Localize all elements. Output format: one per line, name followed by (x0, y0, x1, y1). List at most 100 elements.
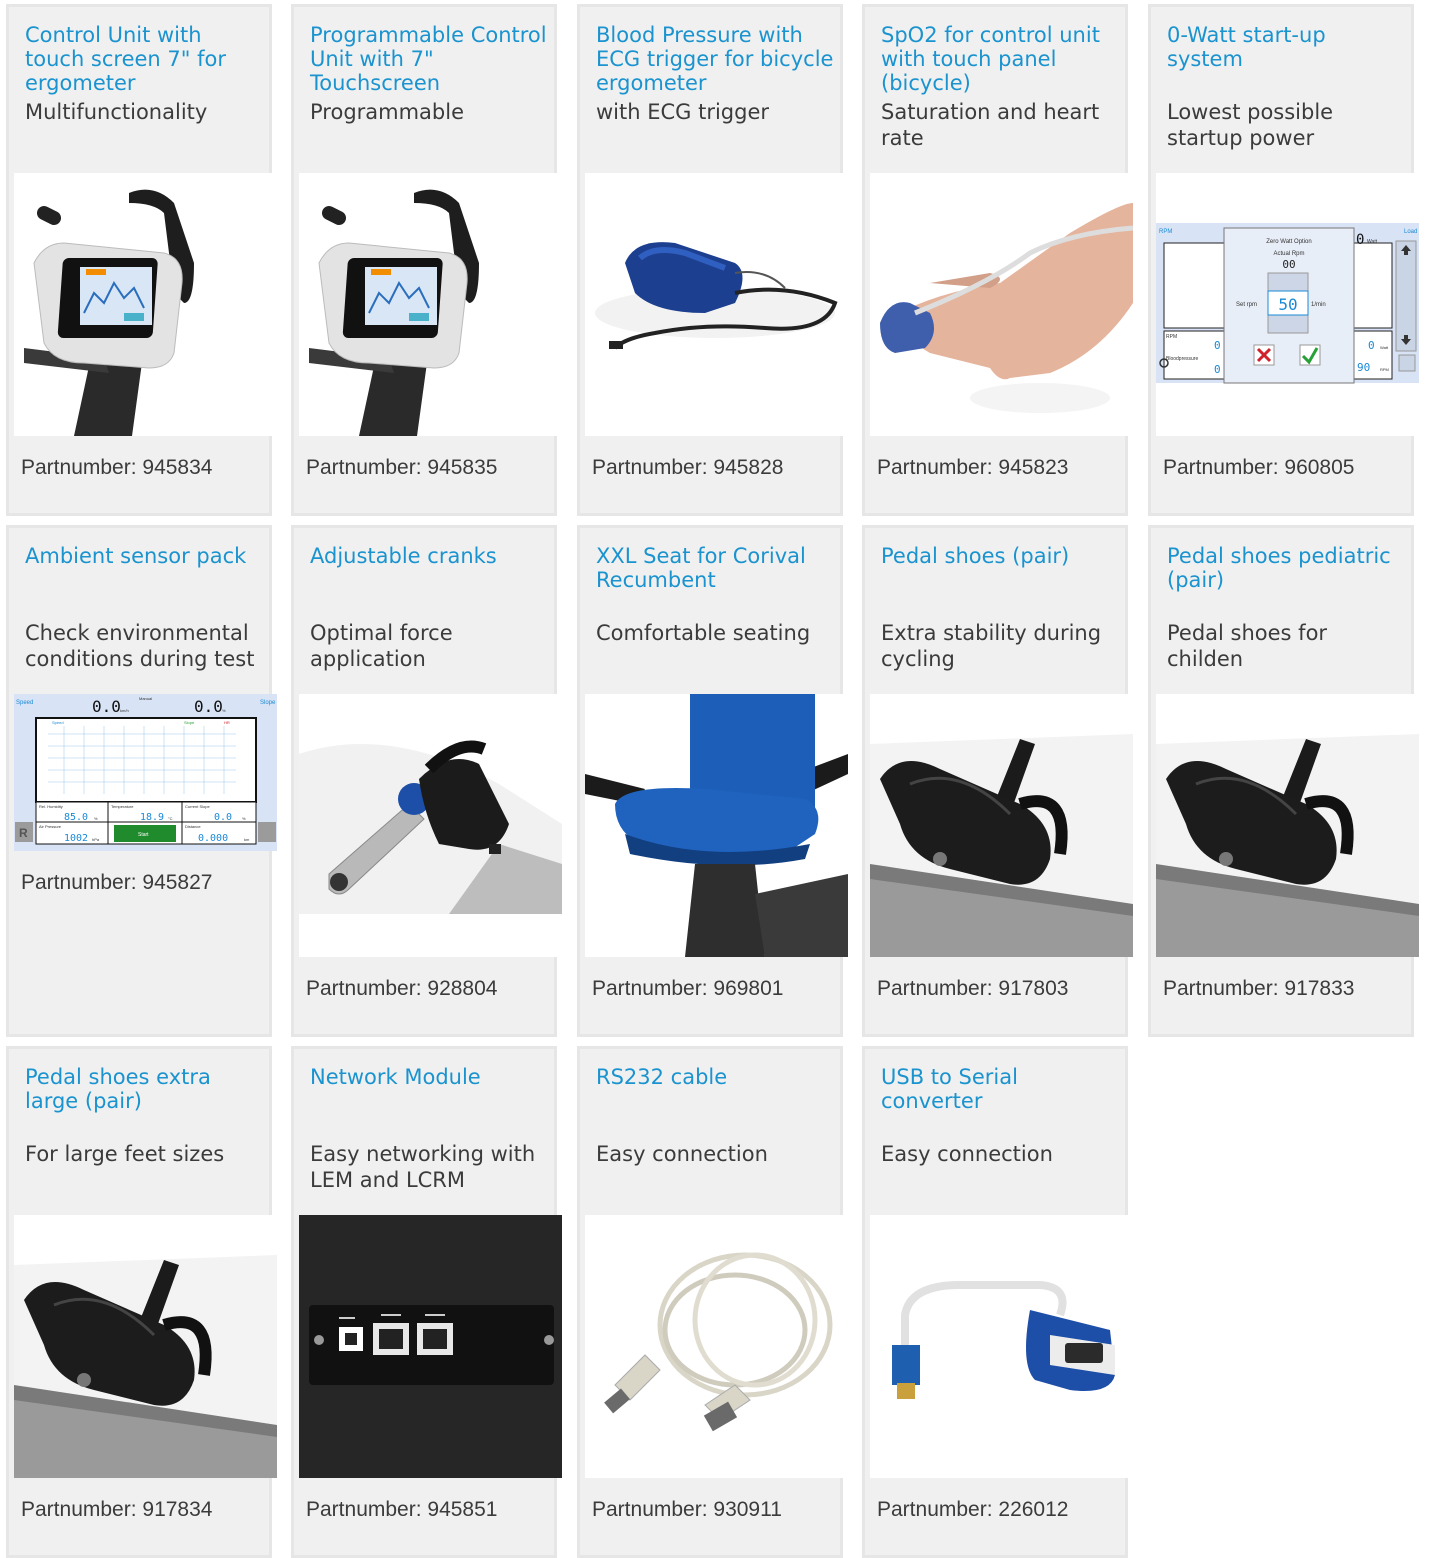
partnumber: Partnumber: 945835 (306, 456, 498, 479)
product-card: Pedal shoes pediatric (pair) Pedal shoes… (1148, 525, 1419, 1037)
distance-unit: km (244, 837, 250, 842)
adjustable-crank-image (299, 694, 562, 957)
readout-left-1: 0 (1214, 339, 1221, 352)
usb-serial-converter-image (870, 1215, 1133, 1478)
product-title-link[interactable]: Control Unit with touch screen 7" for er… (25, 23, 265, 95)
product-card: 0-Watt start-up system Lowest possible s… (1148, 4, 1419, 516)
product-subtitle: Multifunctionality (25, 100, 208, 124)
product-image[interactable] (585, 694, 848, 957)
product-image[interactable] (870, 173, 1133, 436)
partnumber: Partnumber: 945834 (21, 456, 213, 479)
product-subtitle: Programmable (310, 100, 465, 124)
speed-unit: km/h (120, 708, 129, 713)
start-button: Start (138, 832, 149, 838)
slope-value: 0.0 (194, 697, 223, 716)
r-key: R (19, 826, 28, 840)
speed-value: 0.0 (92, 697, 121, 716)
temperature-value: 18.9 (140, 812, 164, 823)
watt-unit-top: Watt (1367, 239, 1378, 245)
rpm-unit: RPM (1380, 367, 1389, 372)
product-title-link[interactable]: XXL Seat for Corival Recumbent (596, 544, 836, 592)
temperature-unit: °C (168, 816, 173, 821)
current-slope-unit: % (242, 816, 246, 821)
product-title-link[interactable]: SpO2 for control unit with touch panel (… (881, 23, 1121, 95)
pedal-shoe-image (14, 1215, 277, 1478)
product-card: Control Unit with touch screen 7" for er… (6, 4, 277, 516)
product-card: SpO2 for control unit with touch panel (… (862, 4, 1133, 516)
blood-pressure-cuff-image (585, 173, 848, 436)
load-label: Load (1404, 229, 1417, 235)
zero-watt-title: Zero Watt Option (1266, 239, 1311, 245)
product-card: Ambient sensor pack Check environmental … (6, 525, 277, 1037)
air-pressure-unit: hPa (92, 837, 100, 842)
spo2-sensor-image (870, 173, 1133, 436)
product-image[interactable] (299, 694, 562, 957)
product-title-link[interactable]: Blood Pressure with ECG trigger for bicy… (596, 23, 836, 95)
bp-label: Bloodpressure (1166, 356, 1198, 362)
rpm-unit-label: 1/min (1311, 302, 1326, 308)
partnumber: Partnumber: 945828 (592, 456, 784, 479)
humidity-value: 85.0 (64, 812, 88, 823)
product-title-link[interactable]: Programmable Control Unit with 7" Touchs… (310, 23, 550, 95)
product-image[interactable] (870, 694, 1133, 957)
product-subtitle: Lowest possible startup power (1167, 100, 1334, 150)
air-pressure-value: 1002 (64, 833, 88, 844)
legend-slope: Slope (184, 720, 195, 725)
product-title-link[interactable]: RS232 cable (596, 1065, 836, 1089)
product-title-link[interactable]: Adjustable cranks (310, 544, 550, 568)
product-card: Network Module Easy networking with LEM … (291, 1046, 562, 1558)
pedal-shoe-image (870, 694, 1133, 957)
actual-rpm-value: 00 (1282, 258, 1295, 271)
product-image[interactable] (299, 173, 562, 436)
product-title-link[interactable]: USB to Serial converter (881, 1065, 1121, 1113)
ambient-sensor-screen-image: Speed 0.0 km/h Manual 0.0 % Slope Speed … (14, 694, 277, 851)
manual-label: Manual (139, 696, 152, 701)
readout-watt: 0 (1368, 339, 1375, 352)
product-title-link[interactable]: Pedal shoes (pair) (881, 544, 1121, 568)
product-subtitle: Check environmental conditions during te… (25, 621, 255, 671)
product-title-link[interactable]: Network Module (310, 1065, 550, 1089)
product-grid: Control Unit with touch screen 7" for er… (0, 0, 1433, 1558)
product-title-link[interactable]: Pedal shoes pediatric (pair) (1167, 544, 1407, 592)
product-card: Pedal shoes (pair) Extra stability durin… (862, 525, 1133, 1037)
product-image[interactable] (1156, 694, 1419, 957)
product-subtitle: Easy networking with LEM and LCRM (310, 1142, 536, 1192)
product-title-link[interactable]: Pedal shoes extra large (pair) (25, 1065, 265, 1113)
product-image[interactable] (299, 1215, 562, 1478)
speed-label: Speed (16, 700, 33, 706)
partnumber: Partnumber: 917833 (1163, 977, 1355, 1000)
readout-left-2: 0 (1214, 363, 1221, 376)
partnumber: Partnumber: 969801 (592, 977, 784, 1000)
temperature-label: Temperature (111, 804, 134, 809)
partnumber: Partnumber: 945823 (877, 456, 1069, 479)
watt-unit: Watt (1380, 345, 1389, 350)
distance-value: 0.000 (198, 833, 228, 844)
readout-top: 0 (1356, 232, 1364, 248)
product-image[interactable] (585, 173, 848, 436)
xxl-seat-image (585, 694, 848, 957)
rpm-label: RPM (1159, 229, 1172, 235)
product-image[interactable] (870, 1215, 1133, 1478)
legend-hr: HR (224, 720, 230, 725)
pedal-shoe-image (1156, 694, 1419, 957)
product-image[interactable] (14, 173, 277, 436)
set-rpm-value: 50 (1278, 295, 1297, 314)
product-image[interactable] (14, 1215, 277, 1478)
partnumber: Partnumber: 945851 (306, 1498, 498, 1521)
legend-speed: Speed (52, 720, 64, 725)
air-pressure-label: Air Pressure (39, 824, 62, 829)
product-title-link[interactable]: Ambient sensor pack (25, 544, 265, 568)
product-image[interactable]: RPM Load Zero Watt Option Actual Rpm 00 … (1156, 173, 1419, 436)
current-slope-label: Current Slope (185, 804, 210, 809)
product-image[interactable] (585, 1215, 848, 1478)
product-subtitle: For large feet sizes (25, 1142, 225, 1166)
product-card: Programmable Control Unit with 7" Touchs… (291, 4, 562, 516)
product-subtitle: Pedal shoes for childen (1167, 621, 1328, 671)
programmable-control-unit-image (299, 173, 562, 436)
product-title-link[interactable]: 0-Watt start-up system (1167, 23, 1407, 71)
product-image[interactable]: Speed 0.0 km/h Manual 0.0 % Slope Speed … (14, 694, 277, 851)
product-card: USB to Serial converter Easy connection … (862, 1046, 1133, 1558)
product-card: Blood Pressure with ECG trigger for bicy… (577, 4, 848, 516)
zero-watt-screen-image: RPM Load Zero Watt Option Actual Rpm 00 … (1156, 173, 1419, 436)
rs232-cable-image (585, 1215, 848, 1478)
